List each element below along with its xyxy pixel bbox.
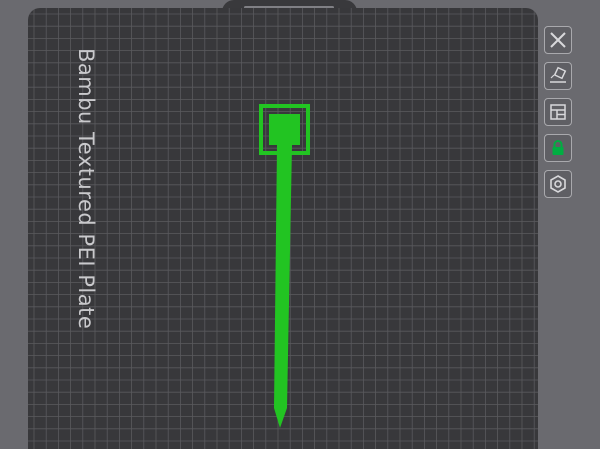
close-icon — [550, 32, 566, 48]
orient-icon — [550, 66, 567, 83]
arrange-button[interactable] — [544, 98, 572, 126]
lock-icon — [552, 140, 564, 155]
plate-viewport[interactable]: Bambu Textured PEI Plate — [0, 0, 600, 449]
printed-model[interactable] — [0, 0, 600, 449]
lock-plate-button[interactable] — [544, 134, 572, 162]
close-plate-button[interactable] — [544, 26, 572, 54]
plate-toolbar — [544, 26, 576, 206]
gear-icon — [550, 175, 566, 193]
model-top-block — [269, 114, 300, 145]
model-shaft — [274, 145, 292, 428]
plate-settings-button[interactable] — [544, 170, 572, 198]
arrange-icon — [550, 104, 566, 120]
auto-orient-button[interactable] — [544, 62, 572, 90]
